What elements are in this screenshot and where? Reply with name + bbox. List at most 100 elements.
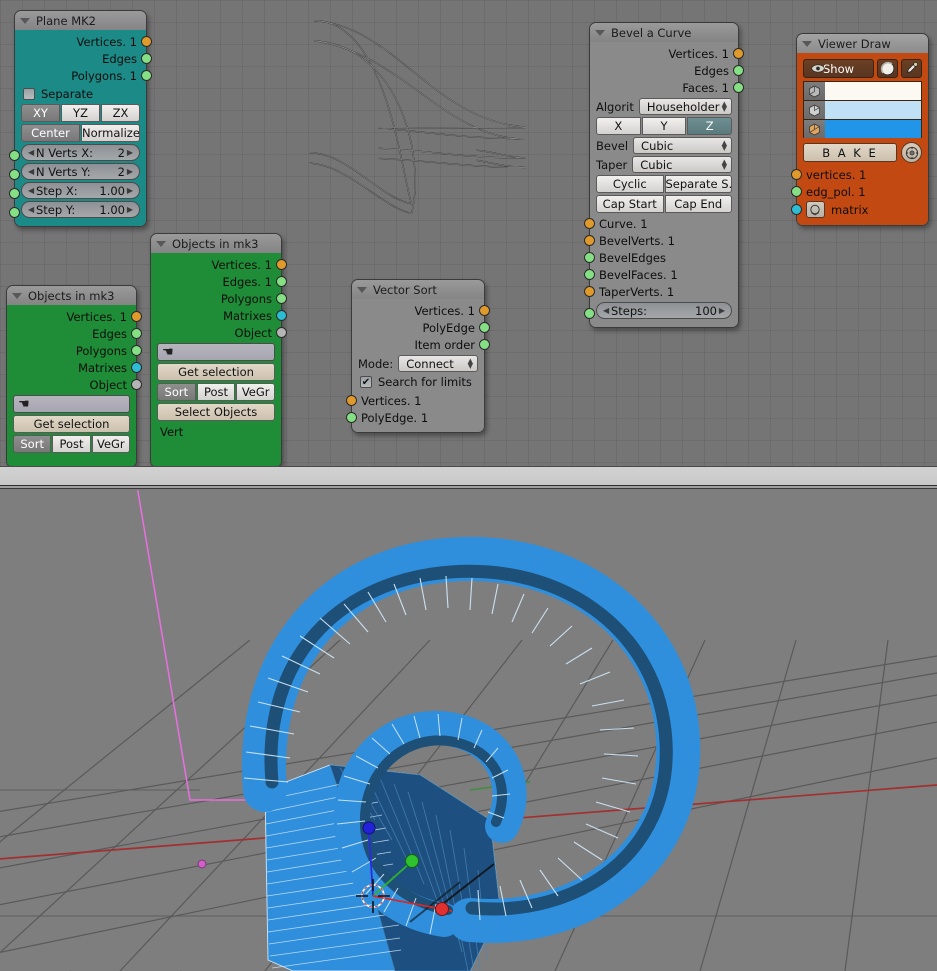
object-name-field[interactable]: ☚ — [13, 395, 130, 413]
socket-steps-in[interactable] — [584, 308, 595, 319]
node-header-viewer-draw[interactable]: Viewer Draw — [797, 34, 928, 53]
chevron-updown-icon[interactable]: ▲ ▼ — [722, 100, 727, 112]
axis-button-zx[interactable]: ZX — [101, 104, 140, 122]
search-limits-row[interactable]: ✔ Search for limits — [360, 375, 476, 389]
node-vector-sort[interactable]: Vector Sort Vertices. 1 PolyEdge Item or… — [346, 279, 490, 433]
axis-button-y[interactable]: Y — [641, 117, 687, 135]
swatch-vertices-color[interactable] — [825, 82, 921, 100]
socket-polygons-out[interactable] — [276, 293, 287, 304]
plane-axis-buttons[interactable]: XY YZ ZX — [21, 104, 140, 122]
output-socket-row[interactable]: Edges. 1 — [151, 273, 287, 290]
node-bevel-a-curve[interactable]: Bevel a Curve Vertices. 1 Edges Faces. 1… — [584, 22, 744, 328]
chevron-updown-icon[interactable]: ▲ ▼ — [468, 357, 473, 369]
tab-post[interactable]: Post — [196, 383, 236, 401]
mode-dropdown[interactable]: Connect ▲ ▼ — [398, 355, 478, 372]
field-step-x[interactable]: ◀ Step X: 1.00 ▶ — [21, 182, 140, 199]
socket-item-order-out[interactable] — [479, 339, 490, 350]
socket-edges-out[interactable] — [141, 53, 152, 64]
output-socket-row[interactable]: Edges — [590, 62, 744, 79]
node-objects-in-mk3-b[interactable]: Objects in mk3 Vertices. 1 Edges Polygon… — [6, 285, 142, 466]
socket-vertices-out[interactable] — [276, 259, 287, 270]
output-socket-row[interactable]: Polygons. 1 — [15, 67, 152, 84]
socket-nverts-y-in[interactable] — [9, 169, 20, 180]
input-socket-row[interactable]: vertices. 1 — [791, 166, 928, 183]
shading-sphere-button[interactable] — [877, 59, 898, 78]
input-socket-row[interactable]: PolyEdge. 1 — [346, 409, 484, 426]
mode-button-normalize[interactable]: Normalize — [81, 124, 140, 142]
viewport-header-bar[interactable] — [0, 486, 937, 489]
collapse-triangle-icon[interactable] — [357, 286, 367, 293]
get-selection-button[interactable]: Get selection — [13, 415, 130, 433]
decrement-arrow-icon[interactable]: ◀ — [28, 186, 34, 195]
chevron-updown-icon[interactable]: ▲ ▼ — [722, 139, 727, 151]
output-socket-row[interactable]: Item order — [352, 336, 490, 353]
socket-step-y-in[interactable] — [9, 207, 20, 218]
socket-polygons-out[interactable] — [131, 345, 142, 356]
socket-vertices-in[interactable] — [346, 395, 357, 406]
bake-button[interactable]: B A K E — [803, 143, 897, 162]
input-socket-row[interactable]: BevelVerts. 1 — [584, 232, 738, 249]
3d-viewport[interactable] — [0, 490, 937, 971]
mode-select-row[interactable]: Mode: Connect ▲ ▼ — [358, 355, 478, 372]
swatch-faces-color[interactable] — [825, 120, 921, 138]
input-socket-row-matrix[interactable]: matrix — [791, 200, 928, 219]
axis-button-xy[interactable]: XY — [21, 104, 60, 122]
viewer-show-row[interactable]: Show — [803, 59, 922, 78]
output-socket-row[interactable]: Object — [151, 324, 287, 341]
socket-vertices-out[interactable] — [141, 36, 152, 47]
checkbox-icon[interactable] — [23, 88, 35, 100]
bake-row[interactable]: B A K E — [803, 142, 922, 163]
cap-end-toggle[interactable]: Cap End — [664, 195, 732, 213]
socket-polyedge-out[interactable] — [479, 322, 490, 333]
socket-curve-in[interactable] — [584, 218, 595, 229]
input-socket-row[interactable]: TaperVerts. 1 — [584, 283, 738, 300]
socket-edgpol-in[interactable] — [791, 186, 802, 197]
color-swatch-row-edges[interactable] — [803, 100, 922, 119]
socket-taperverts-in[interactable] — [584, 286, 595, 297]
socket-vertices-in[interactable] — [791, 169, 802, 180]
node-header-objects-mk3-a[interactable]: Objects in mk3 — [151, 234, 281, 253]
objects-tab-buttons[interactable]: Sort Post VeGr — [13, 435, 130, 453]
increment-arrow-icon[interactable]: ▶ — [127, 167, 133, 176]
algorithm-select-row[interactable]: Algorit Householder ▲ ▼ — [596, 98, 732, 115]
increment-arrow-icon[interactable]: ▶ — [127, 205, 133, 214]
editor-separator-bar[interactable] — [0, 466, 937, 486]
input-socket-row[interactable]: Curve. 1 — [584, 215, 738, 232]
tab-sort[interactable]: Sort — [13, 435, 52, 453]
decrement-arrow-icon[interactable]: ◀ — [28, 205, 34, 214]
input-socket-row[interactable]: edg_pol. 1 — [791, 183, 928, 200]
socket-nverts-x-in[interactable] — [9, 150, 20, 161]
input-socket-row[interactable]: BevelFaces. 1 — [584, 266, 738, 283]
algorithm-dropdown[interactable]: Householder ▲ ▼ — [638, 98, 732, 115]
axis-button-z[interactable]: Z — [687, 117, 733, 135]
socket-matrixes-out[interactable] — [276, 310, 287, 321]
output-socket-row[interactable]: Matrixes — [151, 307, 287, 324]
field-n-verts-x[interactable]: ◀ N Verts X: 2 ▶ — [21, 144, 140, 161]
tab-post[interactable]: Post — [52, 435, 91, 453]
swatch-edges-color[interactable] — [825, 101, 921, 119]
output-socket-row[interactable]: Polygons — [151, 290, 287, 307]
socket-bevelverts-in[interactable] — [584, 235, 595, 246]
bevel-axis-buttons[interactable]: X Y Z — [596, 117, 733, 135]
color-picker-button[interactable] — [901, 59, 922, 78]
node-header-vector-sort[interactable]: Vector Sort — [352, 280, 484, 299]
plane-mode-buttons[interactable]: Center Normalize — [21, 124, 140, 142]
field-n-verts-y[interactable]: ◀ N Verts Y: 2 ▶ — [21, 163, 140, 180]
output-socket-row[interactable]: Vertices. 1 — [7, 308, 142, 325]
increment-arrow-icon[interactable]: ▶ — [127, 186, 133, 195]
socket-matrix-in[interactable] — [791, 204, 802, 215]
node-header-bevel-a-curve[interactable]: Bevel a Curve — [590, 23, 738, 42]
socket-object-out[interactable] — [276, 327, 287, 338]
separate-checkbox-row[interactable]: Separate — [23, 87, 138, 101]
increment-arrow-icon[interactable]: ▶ — [719, 306, 725, 315]
collapse-triangle-icon[interactable] — [595, 29, 605, 36]
bevel-dropdown[interactable]: Cubic ▲ ▼ — [633, 137, 732, 154]
socket-matrixes-out[interactable] — [131, 362, 142, 373]
socket-vertices-out[interactable] — [479, 305, 490, 316]
node-editor-area[interactable]: Plane MK2 Vertices. 1 Edges Polygons. 1 — [0, 0, 937, 466]
settings-gear-button[interactable] — [901, 142, 922, 163]
node-plane-mk2[interactable]: Plane MK2 Vertices. 1 Edges Polygons. 1 — [9, 10, 152, 227]
node-viewer-draw[interactable]: Viewer Draw Show B A K E vertices. 1 edg… — [791, 33, 929, 226]
socket-polygons-out[interactable] — [141, 70, 152, 81]
output-socket-row[interactable]: Object — [7, 376, 142, 393]
